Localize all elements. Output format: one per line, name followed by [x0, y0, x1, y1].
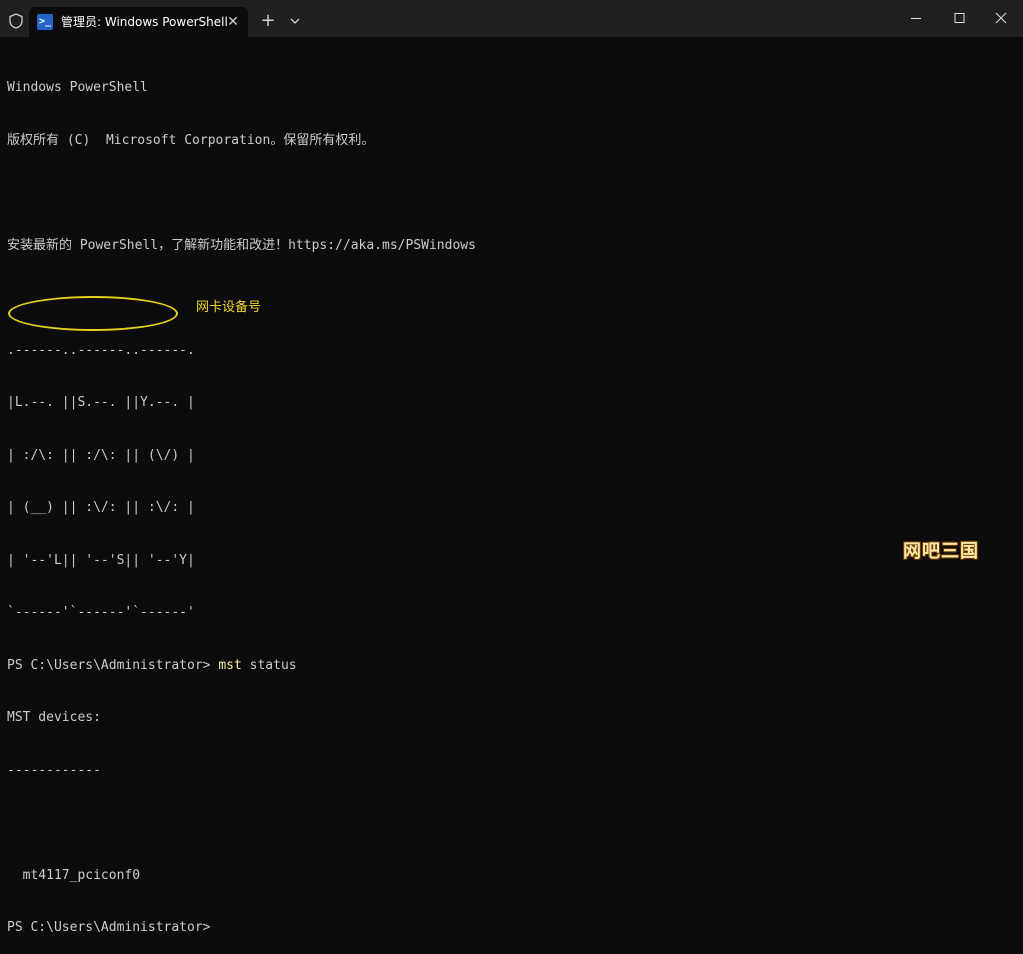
maximize-icon[interactable] [937, 0, 983, 37]
device-name: mt4117_pciconf0 [7, 867, 141, 883]
close-icon[interactable] [978, 0, 1023, 37]
powershell-icon: >_ [37, 14, 53, 30]
ascii-art-line: | '--'L|| '--'S|| '--'Y| [7, 552, 195, 568]
ascii-art-line: `------'`------'`------' [7, 605, 195, 620]
minimize-icon[interactable] [893, 0, 939, 37]
command-name: mst [218, 657, 242, 673]
prompt: PS C:\Users\Administrator> [7, 657, 219, 673]
prompt: PS C:\Users\Administrator> [7, 920, 211, 935]
tab-title: 管理员: Windows PowerShell [61, 15, 228, 29]
output-line: ------------ [7, 762, 101, 778]
terminal-line: Windows PowerShell [7, 80, 148, 95]
terminal-line: 版权所有 (C) Microsoft Corporation。保留所有权利。 [7, 132, 375, 148]
shield-icon [9, 13, 23, 29]
annotation-label: 网卡设备号 [196, 300, 262, 315]
new-tab-button[interactable]: + [258, 11, 278, 31]
title-bar: >_ 管理员: Windows PowerShell ✕ + [0, 0, 1023, 37]
ascii-art-line: | :/\: || :/\: || (\/) | [7, 447, 195, 463]
ascii-art-line: |L.--. ||S.--. ||Y.--. | [7, 395, 195, 410]
watermark-logo: 网吧三国 [903, 541, 979, 562]
terminal-output[interactable]: Windows PowerShell 版权所有 (C) Microsoft Co… [7, 44, 476, 954]
terminal-line: 安装最新的 PowerShell，了解新功能和改进！https://aka.ms… [7, 237, 476, 253]
tab-powershell[interactable]: >_ 管理员: Windows PowerShell ✕ [29, 7, 248, 37]
close-tab-icon[interactable]: ✕ [224, 13, 242, 31]
chevron-down-icon[interactable] [288, 14, 302, 28]
command-argument: status [241, 657, 297, 673]
output-line: MST devices: [7, 710, 101, 725]
command-line: PS C:\Users\Administrator> mst status [7, 657, 476, 675]
ascii-art-line: .------..------..------. [7, 342, 195, 358]
ascii-art-line: | (__) || :\/: || :\/: | [7, 500, 195, 515]
annotation-ellipse [8, 296, 178, 331]
